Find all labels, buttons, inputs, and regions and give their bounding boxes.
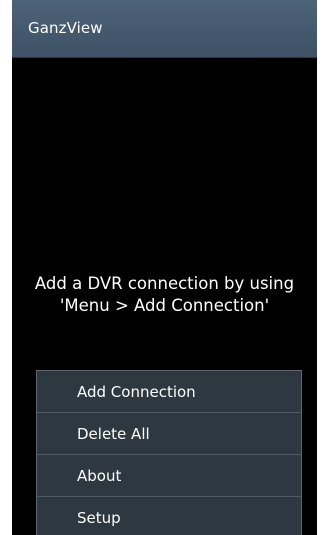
menu-item-add-connection[interactable]: Add Connection (37, 371, 301, 413)
empty-message-line-1: Add a DVR connection by using (34, 274, 295, 293)
options-menu: Add Connection Delete All About Setup (36, 370, 302, 535)
app-screen: GanzView Add a DVR connection by using '… (12, 0, 317, 535)
menu-item-delete-all[interactable]: Delete All (37, 413, 301, 455)
menu-item-about[interactable]: About (37, 455, 301, 497)
empty-state-message: Add a DVR connection by using 'Menu > Ad… (12, 273, 317, 317)
app-title: GanzView (28, 19, 103, 37)
menu-item-setup[interactable]: Setup (37, 497, 301, 535)
title-bar: GanzView (12, 0, 317, 58)
empty-message-line-2: 'Menu > Add Connection' (59, 296, 270, 315)
